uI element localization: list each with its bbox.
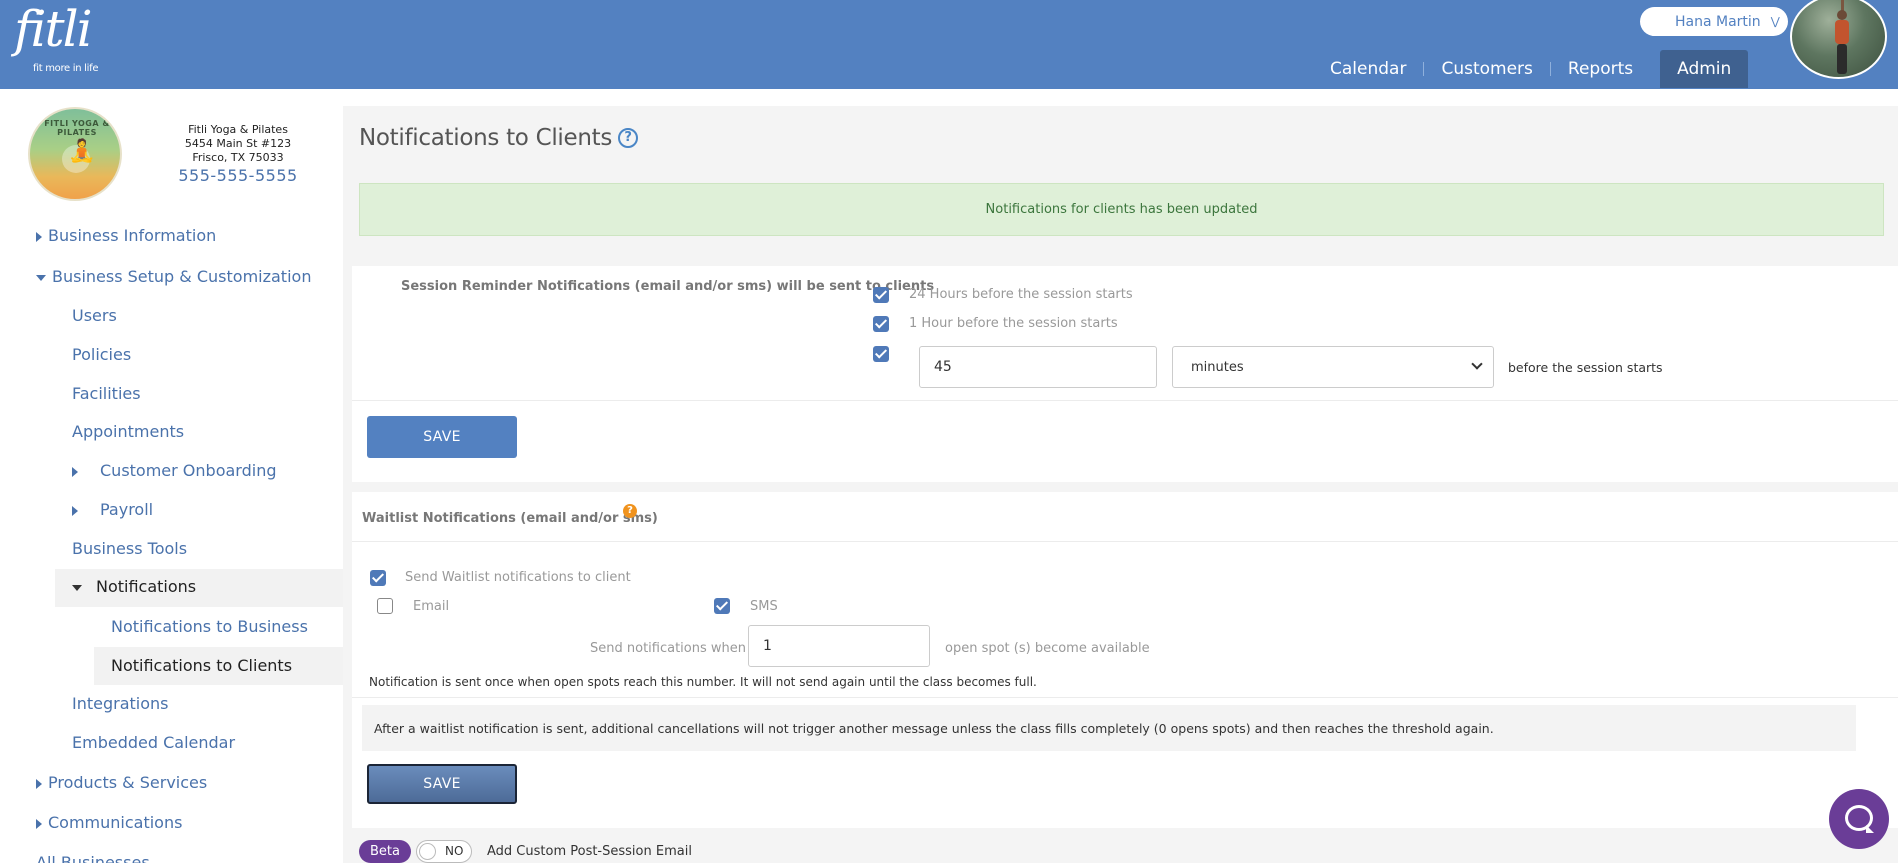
chat-launcher-button[interactable]: [1829, 789, 1889, 849]
caret-right-icon: [36, 818, 42, 829]
sidebar-item-label: Payroll: [100, 500, 154, 519]
sidebar-item-label: Products & Services: [48, 773, 208, 792]
checkbox-custom-time[interactable]: [873, 346, 889, 362]
caret-down-icon: [36, 274, 46, 281]
sidebar-item-communications[interactable]: Communications: [36, 813, 182, 832]
sidebar-item-label: Business Setup & Customization: [52, 267, 312, 286]
page-title-text: Notifications to Clients: [359, 125, 613, 151]
sidebar-item-label: Communications: [48, 813, 183, 832]
chevron-down-icon: [1471, 358, 1483, 370]
waitlist-title: Waitlist Notifications (email and/or sms…: [362, 511, 658, 526]
nav-calendar[interactable]: Calendar: [1313, 50, 1423, 88]
sidebar-item-label: Business Information: [48, 226, 217, 245]
nav-reports[interactable]: Reports: [1551, 50, 1650, 88]
save-reminders-button[interactable]: SAVE: [367, 416, 517, 458]
sidebar-item-users[interactable]: Users: [72, 306, 117, 325]
sms-label: SMS: [750, 599, 778, 614]
sidebar-item-products-services[interactable]: Products & Services: [36, 773, 207, 792]
business-address-line2: Frisco, TX 75033: [192, 151, 284, 164]
email-label: Email: [413, 599, 450, 614]
caret-right-icon: [36, 231, 42, 242]
nav-customers[interactable]: Customers: [1424, 50, 1549, 88]
toggle-state-label: NO: [445, 844, 464, 858]
waitlist-info-box: After a waitlist notification is sent, a…: [362, 705, 1856, 751]
send-when-label: Send notifications when: [590, 641, 746, 656]
checkbox-email[interactable]: [377, 598, 393, 614]
sidebar-item-all-businesses[interactable]: All Businesses: [36, 853, 150, 863]
sidebar-item-business-information[interactable]: Business Information: [36, 226, 216, 245]
chevron-down-icon: ⋁: [1770, 15, 1780, 28]
divider: [352, 400, 1898, 401]
success-alert: Notifications for clients has been updat…: [359, 183, 1884, 236]
divider: [352, 541, 1898, 542]
session-reminder-label: Session Reminder Notifications (email an…: [401, 279, 935, 294]
sidebar-item-policies[interactable]: Policies: [72, 345, 131, 364]
meditation-icon: 🧘: [68, 139, 96, 164]
waitlist-panel: [352, 492, 1898, 828]
business-phone: 555-555-5555: [178, 166, 298, 185]
custom-time-input[interactable]: 45: [919, 346, 1157, 388]
question-icon[interactable]: ?: [623, 504, 637, 518]
checkbox-sms[interactable]: [714, 598, 730, 614]
sidebar-item-notifications-business[interactable]: Notifications to Business: [111, 617, 308, 636]
open-spots-suffix: open spot (s) become available: [945, 641, 1150, 656]
business-logo: FITLI YOGA & PILATES 🧘: [28, 107, 122, 201]
avatar[interactable]: [1790, 0, 1887, 79]
business-address: Fitli Yoga & Pilates 5454 Main St #123 F…: [168, 123, 308, 165]
sidebar-item-label: Notifications: [96, 577, 197, 596]
sidebar-item-customer-onboarding[interactable]: Customer Onboarding: [72, 461, 276, 480]
fitli-logo[interactable]: fitli fit more in life: [14, 0, 99, 74]
sidebar-item-facilities[interactable]: Facilities: [72, 384, 141, 403]
checkbox-1-hour[interactable]: [873, 316, 889, 332]
sidebar-item-appointments[interactable]: Appointments: [72, 422, 184, 441]
caret-down-icon: [72, 584, 82, 591]
custom-email-label: Add Custom Post-Session Email: [487, 844, 692, 859]
waitlist-note: Notification is sent once when open spot…: [369, 675, 1037, 689]
nav-admin[interactable]: Admin: [1660, 50, 1749, 88]
user-name: Hana Martin: [1675, 13, 1761, 30]
business-address-line1: 5454 Main St #123: [184, 137, 292, 150]
sidebar-item-notifications[interactable]: Notifications: [72, 577, 196, 596]
custom-email-toggle[interactable]: NO: [416, 840, 472, 863]
caret-right-icon: [36, 778, 42, 789]
sidebar-item-embedded-calendar[interactable]: Embedded Calendar: [72, 733, 235, 752]
checkbox-send-waitlist[interactable]: [370, 570, 386, 586]
caret-right-icon: [72, 466, 78, 477]
page-title: Notifications to Clients ?: [359, 125, 639, 151]
checkbox-24-hours[interactable]: [873, 287, 889, 303]
save-waitlist-button[interactable]: SAVE: [367, 764, 517, 804]
beta-badge: Beta: [359, 840, 411, 863]
user-menu-button[interactable]: Hana Martin ⋁: [1640, 7, 1788, 36]
divider: [352, 697, 1898, 698]
caret-right-icon: [72, 505, 78, 516]
open-spots-input[interactable]: 1: [748, 625, 930, 667]
time-unit-value: minutes: [1191, 359, 1244, 375]
sidebar-item-business-setup[interactable]: Business Setup & Customization: [36, 267, 311, 286]
sidebar-item-payroll[interactable]: Payroll: [72, 500, 153, 519]
send-waitlist-label: Send Waitlist notifications to client: [405, 570, 631, 585]
option-1-hour-label: 1 Hour before the session starts: [909, 316, 1118, 331]
logo-word: fitli: [14, 0, 93, 58]
sidebar-item-business-tools[interactable]: Business Tools: [72, 539, 187, 558]
help-icon[interactable]: ?: [618, 128, 639, 148]
option-24-hours-label: 24 Hours before the session starts: [909, 287, 1133, 302]
custom-time-suffix: before the session starts: [1508, 360, 1663, 375]
sidebar-item-label: Customer Onboarding: [100, 461, 277, 480]
main-nav: Calendar Customers Reports Admin: [1313, 50, 1749, 88]
sidebar-item-notifications-clients[interactable]: Notifications to Clients: [111, 656, 292, 675]
logo-tagline: fit more in life: [33, 63, 99, 74]
sidebar-item-integrations[interactable]: Integrations: [72, 694, 169, 713]
top-bar: fitli fit more in life Hana Martin ⋁ Cal…: [0, 0, 1898, 89]
business-name: Fitli Yoga & Pilates: [188, 123, 288, 136]
time-unit-select[interactable]: minutes: [1172, 346, 1494, 388]
business-logo-text: FITLI YOGA & PILATES: [44, 119, 110, 137]
toggle-knob: [419, 843, 436, 860]
